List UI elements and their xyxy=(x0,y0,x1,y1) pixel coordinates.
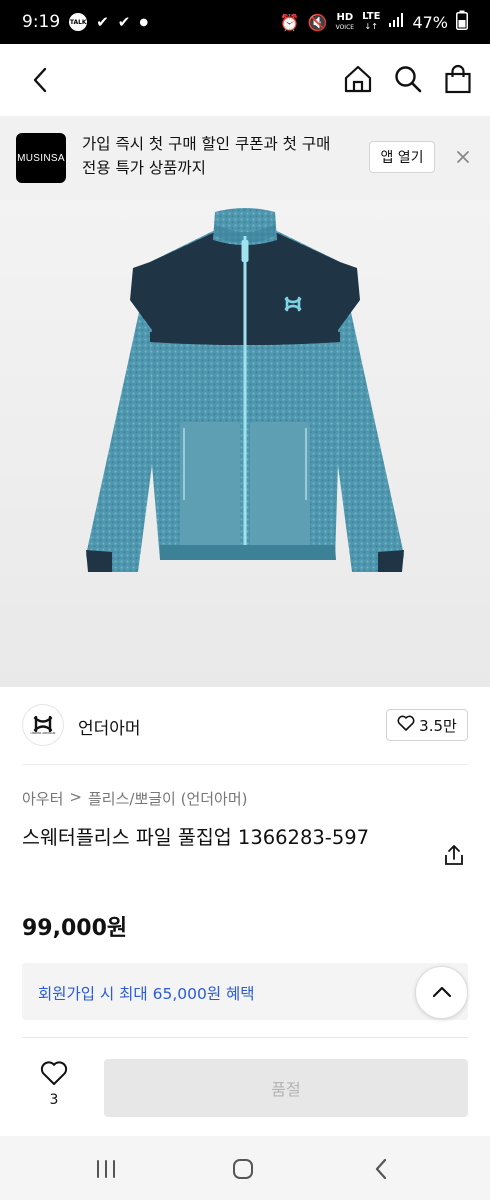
banner-message-line1: 가입 즉시 첫 구매 할인 쿠폰과 첫 구매 xyxy=(82,135,331,153)
breadcrumb-subcategory[interactable]: 플리스/뽀글이 (언더아머) xyxy=(88,788,248,809)
breadcrumb: 아우터 > 플리스/뽀글이 (언더아머) xyxy=(22,788,248,809)
home-button-icon[interactable] xyxy=(228,1156,258,1182)
top-navigation xyxy=(0,44,490,116)
banner-message-line2: 전용 특가 상품까지 xyxy=(82,159,206,177)
brand-like-count: 3.5만 xyxy=(419,716,457,735)
under-armour-logo-icon xyxy=(33,715,53,732)
member-benefit-text[interactable]: 회원가입 시 최대 65,000원 혜택 xyxy=(38,982,255,1004)
signal-icon xyxy=(388,12,404,32)
banner-message: 가입 즉시 첫 구매 할인 쿠폰과 첫 구매 전용 특가 상품까지 xyxy=(82,132,357,180)
battery-percent: 47% xyxy=(412,12,448,32)
more-notifications-icon: ● xyxy=(139,16,149,28)
talk-label: TALK xyxy=(69,18,87,26)
breadcrumb-separator: > xyxy=(69,788,82,806)
brand-name[interactable]: 언더아머 xyxy=(78,714,141,739)
brand-like-button[interactable]: 3.5만 xyxy=(386,709,468,741)
lte-indicator: LTE ↓↑ xyxy=(362,11,381,32)
status-bar: 9:19 TALK ✔ ✔ ● ⏰ 🔇 HD VOICE LTE ↓↑ 47% xyxy=(0,0,490,44)
hd-voice-indicator: HD VOICE xyxy=(335,11,355,32)
jacket-illustration xyxy=(86,208,404,572)
product-image[interactable] xyxy=(0,200,490,687)
share-icon[interactable] xyxy=(442,843,466,867)
search-icon[interactable] xyxy=(392,62,424,96)
soldout-button: 품절 xyxy=(104,1059,468,1117)
lte-label: LTE xyxy=(362,11,381,22)
clock: 9:19 xyxy=(22,12,61,32)
musinsa-logo-text: MUSINSA xyxy=(17,152,65,164)
task-check-icon: ✔ xyxy=(117,13,131,31)
collapse-button[interactable] xyxy=(415,966,468,1019)
close-icon[interactable] xyxy=(452,146,474,168)
open-app-button[interactable]: 앱 열기 xyxy=(369,141,435,173)
battery-icon xyxy=(456,10,468,34)
heart-icon xyxy=(397,715,415,735)
product-price: 99,000원 xyxy=(22,916,128,941)
product-title: 스웨터플리스 파일 풀집업 1366283-597 xyxy=(22,826,370,849)
recent-apps-icon[interactable] xyxy=(91,1156,121,1182)
system-navigation-bar xyxy=(0,1136,490,1200)
wishlist-button[interactable]: 3 xyxy=(30,1060,78,1108)
alarm-icon: ⏰ xyxy=(279,12,300,32)
bottom-action-bar: 3 품절 xyxy=(0,1038,490,1136)
voice-label: VOICE xyxy=(335,23,355,31)
brand-avatar[interactable]: UNDER ARMOUR xyxy=(22,704,64,746)
member-benefit-box[interactable]: 회원가입 시 최대 65,000원 혜택 xyxy=(22,963,468,1020)
breadcrumb-category[interactable]: 아우터 xyxy=(22,788,63,809)
home-icon[interactable] xyxy=(342,62,374,96)
back-button-icon[interactable] xyxy=(366,1156,396,1182)
bag-icon[interactable] xyxy=(442,62,474,96)
chevron-up-icon xyxy=(432,983,452,1002)
app-install-banner: MUSINSA 가입 즉시 첫 구매 할인 쿠폰과 첫 구매 전용 특가 상품까… xyxy=(0,116,490,200)
musinsa-logo: MUSINSA xyxy=(16,133,66,183)
mute-icon: 🔇 xyxy=(307,12,328,32)
heart-icon xyxy=(30,1060,78,1088)
hd-label: HD xyxy=(336,11,354,23)
wishlist-count: 3 xyxy=(49,1092,59,1108)
chevron-left-icon[interactable] xyxy=(26,64,54,96)
task-check-icon: ✔ xyxy=(96,13,109,31)
talk-notification-icon: TALK xyxy=(69,13,88,31)
brand-row[interactable]: UNDER ARMOUR 언더아머 3.5만 xyxy=(22,687,468,765)
